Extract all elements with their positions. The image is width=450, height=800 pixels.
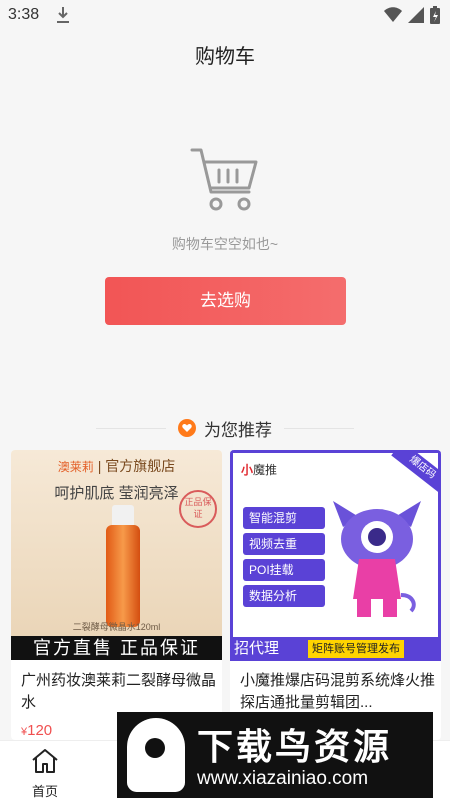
product-card[interactable]: 小魔推 爆店码 智能混剪 视频去重 POI挂载 数据分析 招代理 矩阵账号管理发…: [230, 450, 441, 740]
brand-logo: 澳莱莉: [57, 460, 94, 474]
image-banner: 招代理 矩阵账号管理发布: [230, 637, 441, 661]
feature-tag: 数据分析: [243, 585, 325, 607]
heart-icon: [178, 419, 196, 437]
feature-tag: 视频去重: [243, 533, 325, 555]
wifi-icon: [384, 7, 402, 22]
watermark-title: 下载鸟资源: [197, 726, 393, 767]
brand-logo: 小魔推: [241, 463, 278, 477]
empty-cart-message: 购物车空空如也~: [171, 236, 279, 252]
tab-home-label: 首页: [31, 784, 58, 799]
watermark-url: www.xiazainiao.com: [197, 768, 369, 789]
download-icon: [56, 6, 70, 29]
corner-badge: 爆店码: [391, 450, 441, 495]
tab-home[interactable]: 首页: [18, 741, 72, 800]
feature-tag: POI挂载: [243, 559, 325, 581]
product-image: 小魔推 爆店码 智能混剪 视频去重 POI挂载 数据分析 招代理 矩阵账号管理发…: [230, 450, 441, 661]
feature-tag: 智能混剪: [243, 507, 325, 529]
banner-left: 招代理: [234, 640, 280, 657]
status-time: 3:38: [8, 6, 40, 23]
home-icon: [32, 749, 58, 773]
product-card[interactable]: 澳莱莉 | 官方旗舰店 呵护肌底 莹润亮泽 正品保证 二裂酵母微晶水120ml 官…: [11, 450, 222, 740]
titlebar: 购物车: [0, 32, 450, 82]
divider: [284, 427, 354, 429]
price-value: 120: [27, 722, 53, 739]
status-icons: [384, 6, 440, 24]
image-banner: 官方直售 正品保证: [11, 636, 222, 660]
monster-mascot-icon: [333, 501, 421, 617]
recommend-title: 为您推荐: [204, 420, 272, 440]
recommend-header: 为您推荐: [0, 412, 450, 444]
bird-logo-icon: [127, 718, 185, 792]
product-price: ¥120: [21, 722, 52, 739]
divider: [96, 427, 166, 429]
product-caption: 二裂酵母微晶水120ml: [72, 622, 161, 632]
product-image: 澳莱莉 | 官方旗舰店 呵护肌底 莹润亮泽 正品保证 二裂酵母微晶水120ml 官…: [11, 450, 222, 660]
bottle-illustration: [106, 505, 140, 627]
status-bar: 3:38: [0, 0, 450, 32]
brand-bar: 澳莱莉 | 官方旗舰店: [57, 458, 176, 474]
page-title: 购物车: [195, 46, 255, 68]
authentic-seal: 正品保证: [179, 490, 217, 528]
battery-icon: [430, 6, 440, 24]
watermark: 下载鸟资源 www.xiazainiao.com: [117, 712, 433, 798]
banner-right: 矩阵账号管理发布: [308, 640, 404, 658]
product-title: 广州药妆澳莱莉二裂酵母微晶水: [21, 672, 217, 711]
shopping-cart-icon: [190, 148, 258, 211]
signal-icon: [408, 7, 424, 23]
go-shopping-button[interactable]: 去选购: [105, 277, 346, 325]
product-title: 小魔推爆店码混剪系统烽火推探店通批量剪辑团...: [240, 672, 436, 711]
brand-store: 官方旗舰店: [105, 458, 176, 474]
